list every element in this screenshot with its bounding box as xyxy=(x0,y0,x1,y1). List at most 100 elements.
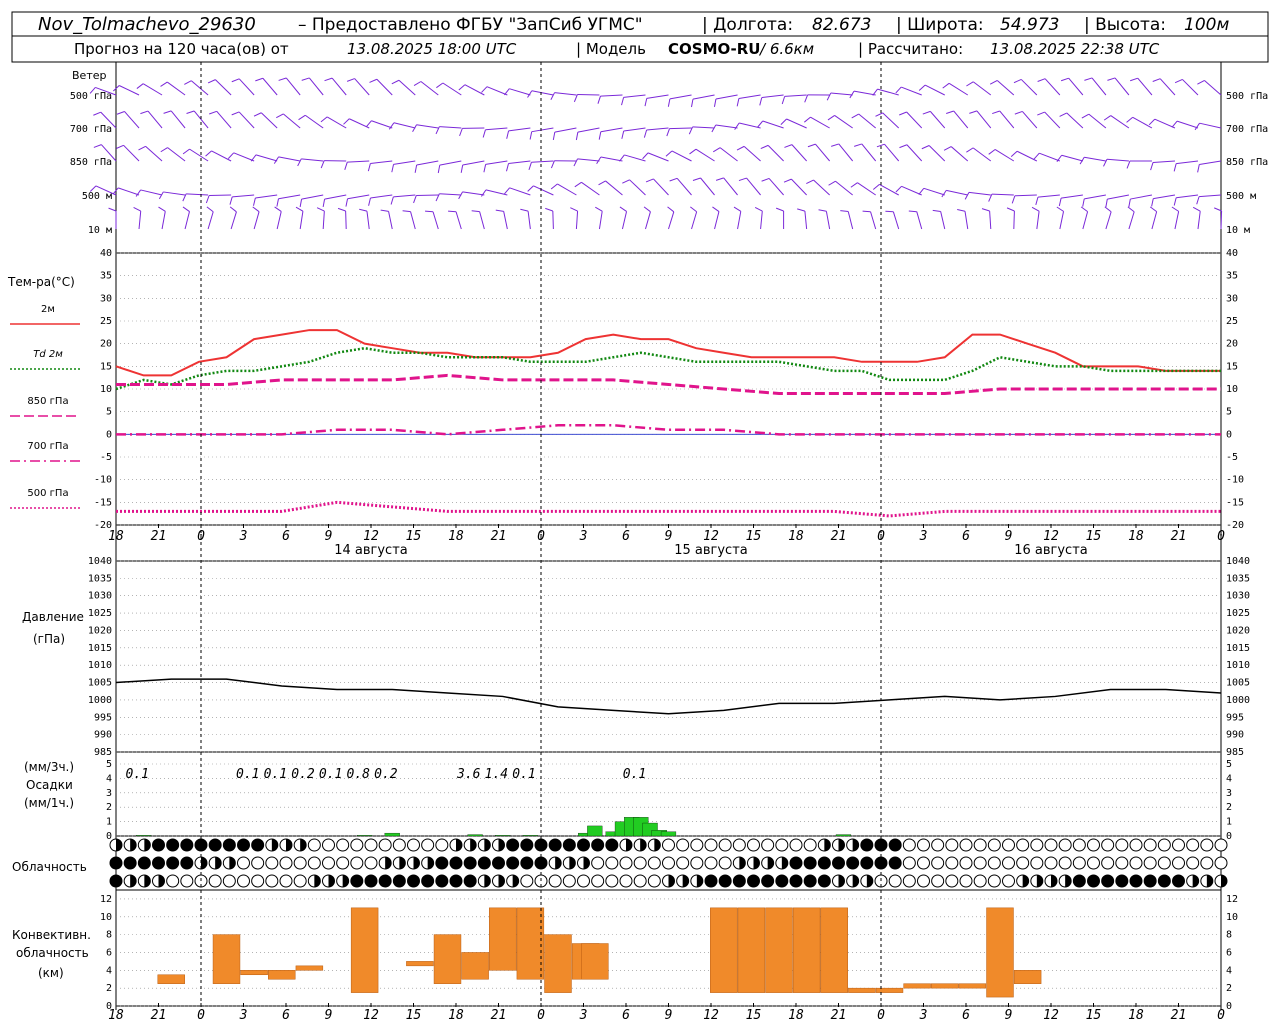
wind-barb-feather xyxy=(689,148,697,155)
wind-barb xyxy=(301,194,324,200)
cloud-symbol xyxy=(987,874,1001,888)
wind-barb-feather xyxy=(276,113,284,119)
wind-barb xyxy=(161,211,166,230)
wind-barb-feather xyxy=(780,118,787,125)
cloud-symbol-fill xyxy=(719,875,732,887)
wind-barb xyxy=(784,94,807,97)
wind-barb-feather xyxy=(981,208,990,212)
cloud-symbol-fill xyxy=(824,839,831,851)
cloud-symbol xyxy=(364,856,378,870)
conv-y-tick: 12 xyxy=(100,894,112,905)
conv-y-tick: 6 xyxy=(1226,947,1232,958)
pressure-y-tick: 990 xyxy=(1226,730,1244,741)
wind-barb-feather xyxy=(1194,122,1200,131)
precip-bar xyxy=(384,832,400,837)
temp-y-tick: 0 xyxy=(1226,429,1232,440)
wind-level-label: 10 м xyxy=(88,225,112,236)
cloud-symbol xyxy=(1044,856,1058,870)
wind-barb xyxy=(215,79,232,96)
station-name: Nov_Tolmachevo_29630 xyxy=(38,14,256,35)
wind-barb xyxy=(853,90,876,96)
wind-barb-feather xyxy=(669,177,678,182)
wind-barb-feather xyxy=(412,124,417,132)
wind-barb xyxy=(1059,211,1065,230)
wind-barb xyxy=(324,194,347,200)
wind-barb-feather xyxy=(298,114,306,121)
wind-barb xyxy=(767,145,784,162)
wind-barb-feather xyxy=(1214,207,1222,212)
cloud-symbol-fill xyxy=(506,857,519,869)
wind-barb xyxy=(508,127,531,132)
x-tick-label: 18 xyxy=(448,529,464,544)
cloud-symbol-fill xyxy=(116,839,122,851)
wind-barb xyxy=(118,85,140,96)
wind-barb-feather xyxy=(1174,78,1183,84)
wind-barb-feather xyxy=(1059,112,1068,117)
wind-barb xyxy=(946,189,968,196)
cloud-symbol xyxy=(662,856,675,870)
wind-barb-feather xyxy=(506,130,510,139)
wind-barb-feather xyxy=(413,195,417,204)
wind-barb-feather xyxy=(322,199,326,208)
wind-barb xyxy=(671,150,692,162)
temp-y-tick: 30 xyxy=(1226,293,1238,304)
cloud-symbol-fill xyxy=(761,875,774,887)
wind-barb xyxy=(1037,194,1060,198)
wind-barb-feather xyxy=(206,206,214,213)
wind-barb xyxy=(714,211,720,230)
wind-barb-feather xyxy=(621,130,625,139)
temp-y-tick: 25 xyxy=(1226,316,1238,327)
wind-barb-feather xyxy=(1014,110,1023,115)
wind-level-label: 850 гПа xyxy=(70,157,112,168)
wind-barb-feather xyxy=(337,207,346,212)
wind-barb-feather xyxy=(1107,77,1116,81)
wind-barb xyxy=(186,193,209,196)
x-tick-label: 15 xyxy=(746,529,762,544)
cloud-symbol xyxy=(775,838,789,852)
cloud-symbol xyxy=(732,838,746,852)
wind-barb-feather xyxy=(622,179,630,184)
alt-label: | Высота: xyxy=(1084,15,1166,35)
temp-legend-label: 2м xyxy=(41,304,55,315)
wind-barb xyxy=(695,148,715,162)
cloud-symbol xyxy=(605,856,619,870)
wind-barb xyxy=(1036,211,1040,230)
wind-barb-feather xyxy=(301,77,310,81)
wind-barb xyxy=(743,146,761,162)
pressure-y-tick: 1005 xyxy=(88,678,112,689)
cloud-symbol-fill xyxy=(201,857,207,869)
wind-barb xyxy=(485,189,508,196)
cloud-symbol-fill xyxy=(1158,875,1171,887)
pressure-y-tick: 1000 xyxy=(1226,695,1250,706)
wind-barb xyxy=(554,92,577,96)
wind-barb-feather xyxy=(528,162,532,171)
cloud-symbol-fill xyxy=(696,875,703,887)
cloud-symbol xyxy=(902,874,916,888)
conv-bar xyxy=(350,907,379,993)
cloud-symbol-fill xyxy=(464,857,477,869)
cloud-symbol-fill xyxy=(110,857,122,869)
wind-barb-feather xyxy=(1197,164,1200,173)
wind-barb xyxy=(147,110,163,129)
day-label: 16 августа xyxy=(1014,543,1088,558)
wind-barb xyxy=(1220,210,1223,230)
wind-barb xyxy=(347,194,370,200)
temp-y-tick: 5 xyxy=(106,407,112,418)
cloud-title: Облачность xyxy=(12,860,87,874)
wind-barb xyxy=(972,147,992,162)
wind-barb-feather xyxy=(227,152,235,159)
cloud-symbol-fill xyxy=(1022,875,1029,887)
cloud-symbol-fill xyxy=(852,839,859,851)
wind-barb xyxy=(1068,77,1084,96)
cloud-symbol-fill xyxy=(555,857,562,869)
precip-1h-label: (мм/1ч.) xyxy=(24,796,74,810)
wind-barb xyxy=(761,94,784,99)
pressure-y-tick: 1035 xyxy=(88,573,112,584)
wind-barb xyxy=(629,179,646,196)
wind-barb-feather xyxy=(922,110,931,115)
x-tick-label: 3 xyxy=(579,1008,588,1023)
wind-barb xyxy=(786,118,807,129)
cloud-symbol-fill xyxy=(130,839,137,851)
wind-barb xyxy=(1204,80,1222,96)
cloud-symbol-fill xyxy=(1051,875,1057,887)
